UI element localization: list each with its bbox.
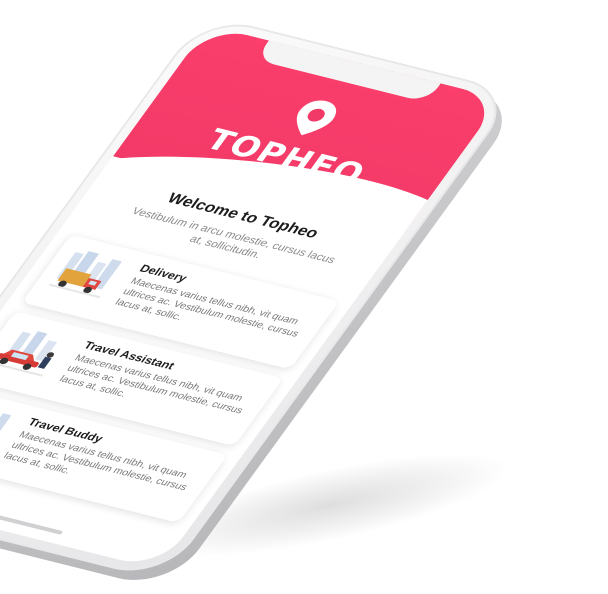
service-description: Maecenas varius tellus nibh, vit quam ul… (1, 429, 190, 494)
home-indicator[interactable] (0, 510, 64, 535)
phone-notch (254, 38, 443, 103)
map-pin-icon (296, 100, 337, 136)
delivery-truck-illustration (48, 251, 122, 299)
stage: TOPHEO Welcome to Topheo Vestibulum in a… (0, 0, 608, 594)
service-description: Maecenas varius tellus nibh, vit quam ul… (112, 276, 302, 340)
